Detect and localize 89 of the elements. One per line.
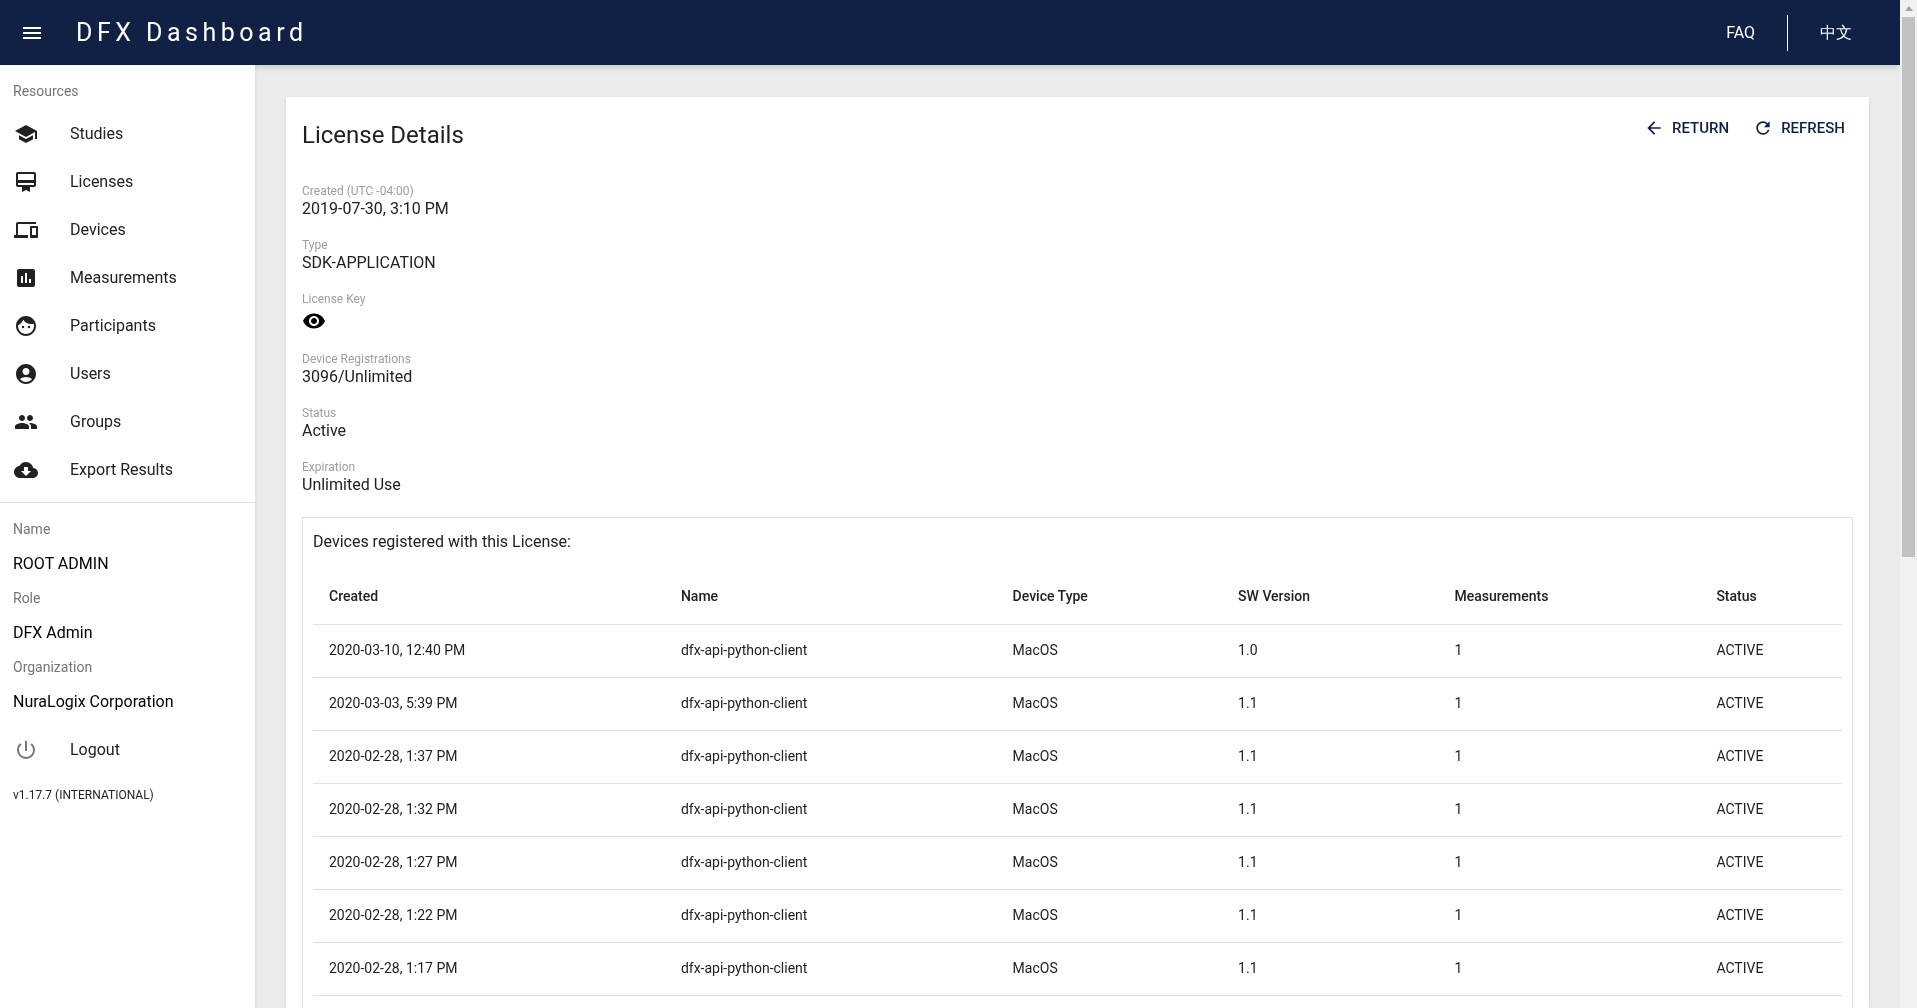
column-header: Created xyxy=(313,570,665,624)
table-cell: dfx-api-python-client xyxy=(664,942,997,995)
table-cell: 1 xyxy=(1438,730,1701,783)
table-cell: MacOS xyxy=(996,836,1223,889)
column-header: Measurements xyxy=(1438,570,1701,624)
table-cell: 1 xyxy=(1438,677,1701,730)
table-cell: 2020-02-28, 1:17 PM xyxy=(313,942,665,995)
nav-item[interactable]: Licenses xyxy=(0,158,255,206)
nav-item[interactable]: Users xyxy=(0,350,255,398)
profile-value: ROOT ADMIN xyxy=(13,553,110,575)
table-cell: dfx-api-python-client xyxy=(664,783,997,836)
field-value: Unlimited Use xyxy=(302,475,402,495)
profile-value: DFX Admin xyxy=(13,622,94,644)
power-icon xyxy=(14,738,38,762)
table-cell: ACTIVE xyxy=(1700,783,1842,836)
header-link[interactable]: 中文 xyxy=(1792,20,1880,45)
table-cell: 1 xyxy=(1438,624,1701,677)
card-title: License Details xyxy=(302,120,464,151)
nav-item[interactable]: Groups xyxy=(0,398,255,446)
table-cell: dfx-api-python-client xyxy=(664,730,997,783)
field-label: Type xyxy=(302,237,329,253)
table-cell: dfx-api-python-client xyxy=(664,836,997,889)
nav-item[interactable]: Measurements xyxy=(0,254,255,302)
table-cell: dfx-api-python-client xyxy=(664,624,997,677)
table-cell: 1 xyxy=(1438,783,1701,836)
table-cell: 1.1 xyxy=(1222,677,1439,730)
profile-label: Organization xyxy=(13,658,94,677)
field-value: 3096/Unlimited xyxy=(302,367,414,387)
table-cell: 2020-03-10, 12:40 PM xyxy=(313,624,665,677)
profile-label: Role xyxy=(13,589,42,608)
table-cell: ACTIVE xyxy=(1700,624,1842,677)
table-cell: 2020-02-28, 1:37 PM xyxy=(313,730,665,783)
nav-item[interactable]: Participants xyxy=(0,302,255,350)
header-link[interactable]: FAQ xyxy=(1698,20,1783,45)
column-header: Device Type xyxy=(996,570,1223,624)
table-cell: ACTIVE xyxy=(1700,889,1842,942)
table-cell: 1.1 xyxy=(1222,730,1439,783)
section-label: Resources xyxy=(12,82,80,101)
table-cell: MacOS xyxy=(996,730,1223,783)
table-cell: ACTIVE xyxy=(1700,836,1842,889)
column-header: Status xyxy=(1700,570,1842,624)
table-cell: 1 xyxy=(1438,836,1701,889)
logout-item[interactable]: Logout xyxy=(0,726,255,774)
table-cell: 1 xyxy=(1438,942,1701,995)
field-label: License Key xyxy=(302,291,367,307)
nav-item[interactable]: Studies xyxy=(0,110,255,158)
face-icon xyxy=(14,314,38,338)
action-button[interactable]: RETURN xyxy=(1636,113,1738,144)
table-cell: MacOS xyxy=(996,624,1223,677)
column-header: Name xyxy=(664,570,997,624)
table-cell: ACTIVE xyxy=(1700,730,1842,783)
table-cell: ACTIVE xyxy=(1700,942,1842,995)
field-label: Status xyxy=(302,405,338,421)
certificate-icon xyxy=(14,170,38,194)
table-cell: 2020-02-28, 1:22 PM xyxy=(313,889,665,942)
field-label: Expiration xyxy=(302,459,357,475)
table-cell: 1.1 xyxy=(1222,942,1439,995)
table-cell: dfx-api-python-client xyxy=(664,889,997,942)
table-cell: MacOS xyxy=(996,942,1223,995)
profile-value: NuraLogix Corporation xyxy=(13,691,175,713)
bar-chart-icon xyxy=(14,266,38,290)
table-cell: ACTIVE xyxy=(1700,677,1842,730)
table-cell: 1.1 xyxy=(1222,889,1439,942)
table-cell: 2020-02-28, 1:27 PM xyxy=(313,836,665,889)
table-cell: 2020-02-28, 1:32 PM xyxy=(313,783,665,836)
action-button[interactable]: REFRESH xyxy=(1745,113,1853,144)
field-value: 2019-07-30, 3:10 PM xyxy=(302,199,450,219)
profile-label: Name xyxy=(13,520,52,539)
field-label: Created (UTC -04:00) xyxy=(302,183,415,199)
scrollbar-thumb[interactable] xyxy=(1902,17,1915,557)
table-cell: 2020-03-03, 5:39 PM xyxy=(313,677,665,730)
app-title: DFX Dashboard xyxy=(76,16,308,49)
nav-item[interactable]: Devices xyxy=(0,206,255,254)
column-header: SW Version xyxy=(1222,570,1439,624)
panel-caption: Devices registered with this License: xyxy=(313,531,572,553)
table-cell: 1.1 xyxy=(1222,783,1439,836)
field-value: Active xyxy=(302,421,348,441)
table-cell: MacOS xyxy=(996,889,1223,942)
graduation-cap-icon xyxy=(14,122,38,146)
table-cell: dfx-api-python-client xyxy=(664,677,997,730)
version-text: v1.17.7 (INTERNATIONAL) xyxy=(12,787,155,804)
table-cell: MacOS xyxy=(996,783,1223,836)
field-label: Device Registrations xyxy=(302,351,412,367)
table-cell: 1.1 xyxy=(1222,836,1439,889)
table-cell: MacOS xyxy=(996,677,1223,730)
table-cell: 1 xyxy=(1438,889,1701,942)
nav-item[interactable]: Export Results xyxy=(0,446,255,494)
field-value: SDK-APPLICATION xyxy=(302,253,437,273)
table-cell: 1.0 xyxy=(1222,624,1439,677)
